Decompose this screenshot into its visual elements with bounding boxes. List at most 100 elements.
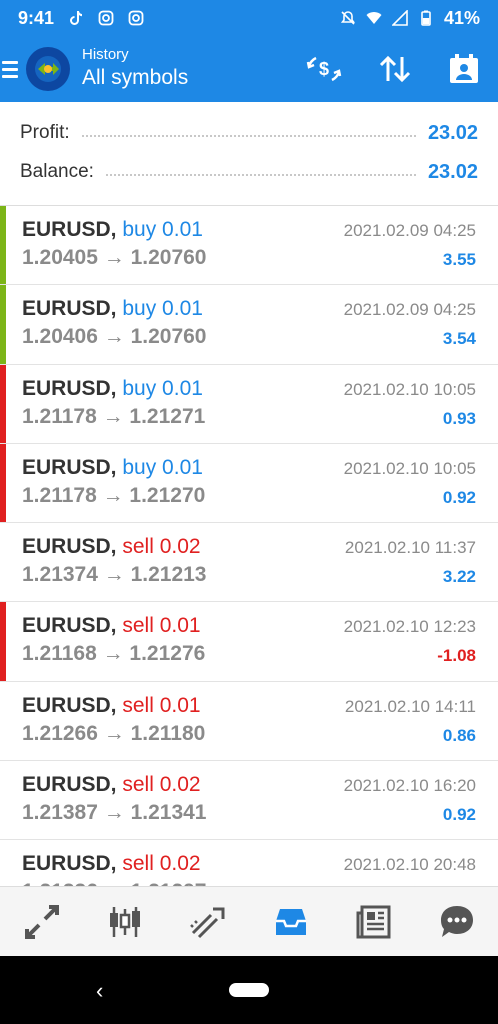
newspaper-icon (356, 905, 390, 938)
trade-history-list[interactable]: EURUSD, buy 0.01 1.20405 → 1.20760 2021.02… (0, 206, 498, 886)
chat-icon (440, 905, 473, 937)
trade-status-bar (0, 364, 6, 443)
trade-prices: 1.21266 → 1.21180 (22, 721, 206, 745)
trade-type: sell 0.01 (122, 614, 201, 638)
trade-profit: 0.92 (442, 487, 476, 507)
profit-value: 23.02 (427, 121, 478, 144)
symbol-name: EURUSD, (22, 773, 117, 797)
trade-tab[interactable] (183, 897, 233, 947)
trade-prices: 1.20406 → 1.20760 (22, 325, 207, 349)
trade-time: 2021.02.10 10:05 (343, 379, 476, 399)
trade-prices: 1.21168 → 1.21276 (22, 642, 206, 666)
status-bar: 9:41 41% (0, 0, 498, 36)
trade-time: 2021.02.10 16:20 (343, 776, 476, 796)
symbol-name: EURUSD, (22, 455, 117, 479)
trade-symbol: EURUSD, sell 0.01 (22, 694, 201, 718)
trade-row[interactable]: EURUSD, sell 0.021.21336 → 1.212972021.0… (0, 840, 498, 886)
menu-icon[interactable] (2, 60, 18, 78)
trade-row[interactable]: EURUSD, sell 0.02 1.21374 → 1.21213 2021.0… (0, 523, 498, 603)
trade-time: 2021.02.09 04:25 (343, 300, 476, 320)
trade-prices: 1.20405 → 1.20760 (22, 246, 207, 269)
symbol-name: EURUSD, (22, 297, 117, 321)
trade-row[interactable]: EURUSD, sell 0.01 1.21168 → 1.21276 2021.0… (0, 602, 498, 682)
tiktok-icon (70, 11, 83, 25)
trade-symbol: EURUSD, buy 0.01 (22, 456, 203, 480)
candlestick-chart-icon (109, 906, 140, 937)
trade-type: buy 0.01 (122, 218, 203, 241)
balance-value: 23.02 (427, 160, 478, 183)
trade-time: 2021.02.10 12:23 (343, 617, 476, 637)
chat-tab[interactable] (432, 897, 482, 947)
trade-type: sell 0.02 (122, 535, 201, 559)
trade-row[interactable]: EURUSD, buy 0.01 1.20405 → 1.20760 2021.02… (0, 206, 498, 286)
trade-profit: 0.93 (442, 408, 476, 428)
balance-label: Balance: (20, 161, 94, 182)
symbol-name: EURUSD, (22, 614, 117, 638)
trade-type: buy 0.01 (122, 376, 203, 400)
news-tab[interactable] (349, 897, 399, 947)
trade-symbol: EURUSD, sell 0.02 (22, 852, 201, 876)
account-summary: Profit: 23.02 Balance: 23.02 (0, 102, 498, 206)
trade-time: 2021.02.10 14:11 (344, 696, 476, 716)
history-tab[interactable] (266, 897, 316, 947)
trade-time: 2021.02.10 10:05 (343, 458, 476, 478)
instagram-icon (128, 10, 144, 26)
trade-profit: 3.54 (442, 329, 476, 349)
trade-prices: 1.21374 → 1.21213 (22, 563, 207, 587)
trade-prices: 1.21178 → 1.21271 (22, 404, 206, 428)
profit-label: Profit: (20, 122, 70, 143)
trade-row[interactable]: EURUSD, buy 0.01 1.20406 → 1.20760 2021.02… (0, 285, 498, 365)
trade-time: 2021.02.10 11:37 (344, 538, 476, 558)
trade-row[interactable]: EURUSD, buy 0.01 1.21178 → 1.21271 2021.02… (0, 364, 498, 444)
dotted-leader (81, 135, 416, 137)
trade-status-bar (0, 285, 6, 364)
trade-profit: 3.55 (442, 250, 476, 269)
back-icon[interactable]: ‹ (96, 978, 103, 1004)
trade-profit: 0.92 (442, 805, 476, 825)
home-gesture-pill[interactable] (229, 983, 269, 997)
symbol-name: EURUSD, (22, 218, 117, 241)
symbol-name: EURUSD, (22, 852, 117, 876)
quotes-icon (24, 904, 59, 939)
trade-status-bar (0, 682, 6, 760)
trade-time: 2021.02.10 20:48 (343, 855, 476, 875)
inbox-history-icon (275, 908, 306, 935)
trade-row[interactable]: EURUSD, buy 0.01 1.21178 → 1.21270 2021.02… (0, 443, 498, 524)
trade-profit: 3.22 (442, 567, 476, 587)
currency-exchange-icon[interactable]: $ (306, 54, 342, 84)
trade-symbol: EURUSD, buy 0.01 (22, 297, 203, 321)
trade-status-bar (0, 840, 6, 886)
symbol-name: EURUSD, (22, 535, 117, 559)
bottom-navigation (0, 886, 498, 956)
trade-type: sell 0.02 (122, 773, 201, 797)
quotes-tab[interactable] (17, 897, 67, 947)
trade-icon (189, 907, 224, 938)
trade-row[interactable]: EURUSD, sell 0.02 1.21387 → 1.21341 2021.0… (0, 761, 498, 841)
chart-tab[interactable] (100, 897, 150, 947)
app-logo (26, 47, 70, 91)
trade-symbol: EURUSD, buy 0.01 (22, 377, 203, 401)
trade-symbol: EURUSD, buy 0.01 (22, 218, 203, 242)
wifi-icon (366, 12, 382, 24)
sort-icon[interactable] (378, 54, 412, 84)
status-time: 9:41 (18, 7, 55, 28)
trade-status-bar (0, 602, 6, 681)
trade-prices: 1.21387 → 1.21341 (22, 801, 207, 825)
instagram-icon (98, 10, 114, 26)
battery-icon (421, 10, 431, 26)
page-title[interactable]: All symbols (82, 64, 188, 92)
trade-status-bar (0, 523, 6, 601)
calendar-person-icon[interactable] (448, 53, 480, 85)
trade-status-bar (0, 443, 6, 523)
trade-row[interactable]: EURUSD, sell 0.01 1.21266 → 1.21180 2021.0… (0, 682, 498, 762)
symbol-name: EURUSD, (22, 693, 117, 717)
battery-percent: 41% (443, 7, 480, 28)
trade-prices: 1.21178 → 1.21270 (22, 483, 206, 507)
symbol-name: EURUSD, (22, 376, 117, 400)
trade-time: 2021.02.09 04:25 (343, 221, 476, 240)
app-bar: History All symbols $ (0, 36, 498, 102)
trade-profit: -1.08 (437, 646, 476, 666)
signal-icon (391, 10, 408, 26)
trade-symbol: EURUSD, sell 0.01 (22, 614, 201, 638)
trade-status-bar (0, 206, 6, 285)
